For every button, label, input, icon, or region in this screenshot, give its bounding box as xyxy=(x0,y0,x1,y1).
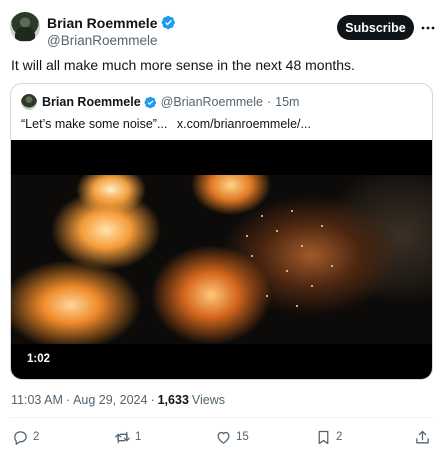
bookmark-icon xyxy=(318,430,329,444)
author-name-row: Brian Roemmele xyxy=(47,14,176,31)
tweet-date[interactable]: Aug 29, 2024 xyxy=(73,393,147,407)
repost-count: 1 xyxy=(135,431,142,443)
reply-button[interactable]: 2 xyxy=(12,425,39,449)
more-options-icon[interactable] xyxy=(421,21,435,35)
video-thumbnail xyxy=(11,175,432,344)
divider xyxy=(10,417,434,418)
video-player[interactable]: 1:02 xyxy=(11,140,432,379)
share-icon xyxy=(416,430,429,443)
repost-button[interactable]: 1 xyxy=(114,425,141,449)
quote-text: “Let’s make some noise”... xyxy=(21,117,168,131)
quote-display-name: Brian Roemmele xyxy=(42,95,141,109)
quote-time: 15m xyxy=(275,95,300,109)
subscribe-button[interactable]: Subscribe xyxy=(337,15,414,40)
tweet-text: It will all make much more sense in the … xyxy=(11,57,355,73)
like-count: 15 xyxy=(236,431,249,443)
bookmark-count: 2 xyxy=(336,431,343,443)
heart-icon xyxy=(217,431,230,444)
quote-link[interactable]: x.com/brianroemmele/... xyxy=(177,117,311,131)
quote-verified-badge-icon xyxy=(144,96,156,108)
like-button[interactable]: 15 xyxy=(215,425,249,449)
action-bar: 2 1 15 2 xyxy=(0,425,444,449)
bookmark-button[interactable]: 2 xyxy=(315,425,342,449)
quoted-tweet[interactable]: Brian Roemmele @BrianRoemmele · 15m “Let… xyxy=(10,83,433,380)
verified-badge-icon xyxy=(162,15,176,30)
author-handle[interactable]: @BrianRoemmele xyxy=(47,33,176,48)
share-button[interactable] xyxy=(414,425,431,449)
quote-avatar xyxy=(21,94,37,110)
reply-icon xyxy=(14,430,27,445)
author-avatar[interactable] xyxy=(10,12,40,42)
tweet: Brian Roemmele @BrianRoemmele Subscribe … xyxy=(0,0,444,458)
quote-text-row: “Let’s make some noise”... x.com/brianro… xyxy=(21,117,311,131)
tweet-time[interactable]: 11:03 AM xyxy=(11,393,63,407)
meta-separator: · xyxy=(150,393,155,407)
views-count: 1,633 xyxy=(157,393,189,407)
repost-icon xyxy=(115,431,130,443)
reply-count: 2 xyxy=(33,431,40,443)
author-display-name[interactable]: Brian Roemmele xyxy=(47,15,157,31)
quote-handle: @BrianRoemmele xyxy=(160,95,263,109)
quote-separator: · xyxy=(266,95,272,109)
video-duration-badge: 1:02 xyxy=(21,349,57,369)
quote-header: Brian Roemmele @BrianRoemmele · 15m xyxy=(21,94,299,110)
tweet-meta: 11:03 AM · Aug 29, 2024 · 1,633 Views xyxy=(11,393,225,407)
views-label: Views xyxy=(191,393,226,407)
author-block: Brian Roemmele @BrianRoemmele xyxy=(47,14,176,48)
meta-separator: · xyxy=(65,393,71,407)
